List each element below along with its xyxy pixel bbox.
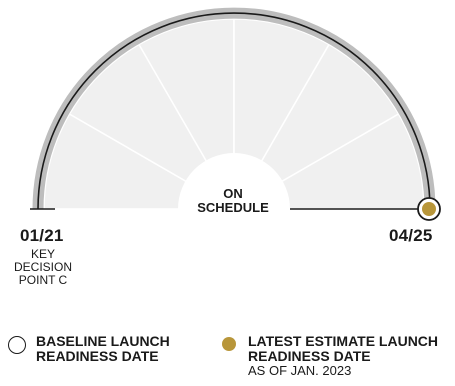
- center-label-line-1: ON: [223, 186, 243, 201]
- legend-baseline-label-line-1: BASELINE LAUNCH: [36, 333, 170, 349]
- legend-latest-symbol: [222, 337, 236, 351]
- legend-baseline-label-line-2: READINESS DATE: [36, 348, 159, 364]
- latest-estimate-date: 04/25: [389, 226, 433, 245]
- baseline-note: KEY DECISION POINT C: [8, 248, 78, 287]
- legend-latest: LATEST ESTIMATE LAUNCH READINESS DATE AS…: [222, 334, 438, 378]
- baseline-date: 01/21: [20, 226, 64, 245]
- legend-latest-label: LATEST ESTIMATE LAUNCH READINESS DATE AS…: [248, 334, 438, 378]
- baseline-note-line-3: POINT C: [18, 273, 68, 287]
- center-label-line-2: SCHEDULE: [197, 200, 269, 215]
- legend-baseline-symbol: [8, 336, 26, 354]
- legend-latest-label-line-2: READINESS DATE: [248, 348, 371, 364]
- legend-baseline: BASELINE LAUNCH READINESS DATE: [8, 334, 170, 364]
- legend-latest-label-line-1: LATEST ESTIMATE LAUNCH: [248, 333, 439, 349]
- legend-latest-sub: AS OF JAN. 2023: [248, 363, 352, 378]
- legend-baseline-label: BASELINE LAUNCH READINESS DATE: [36, 334, 170, 364]
- latest-estimate-marker: [422, 202, 436, 216]
